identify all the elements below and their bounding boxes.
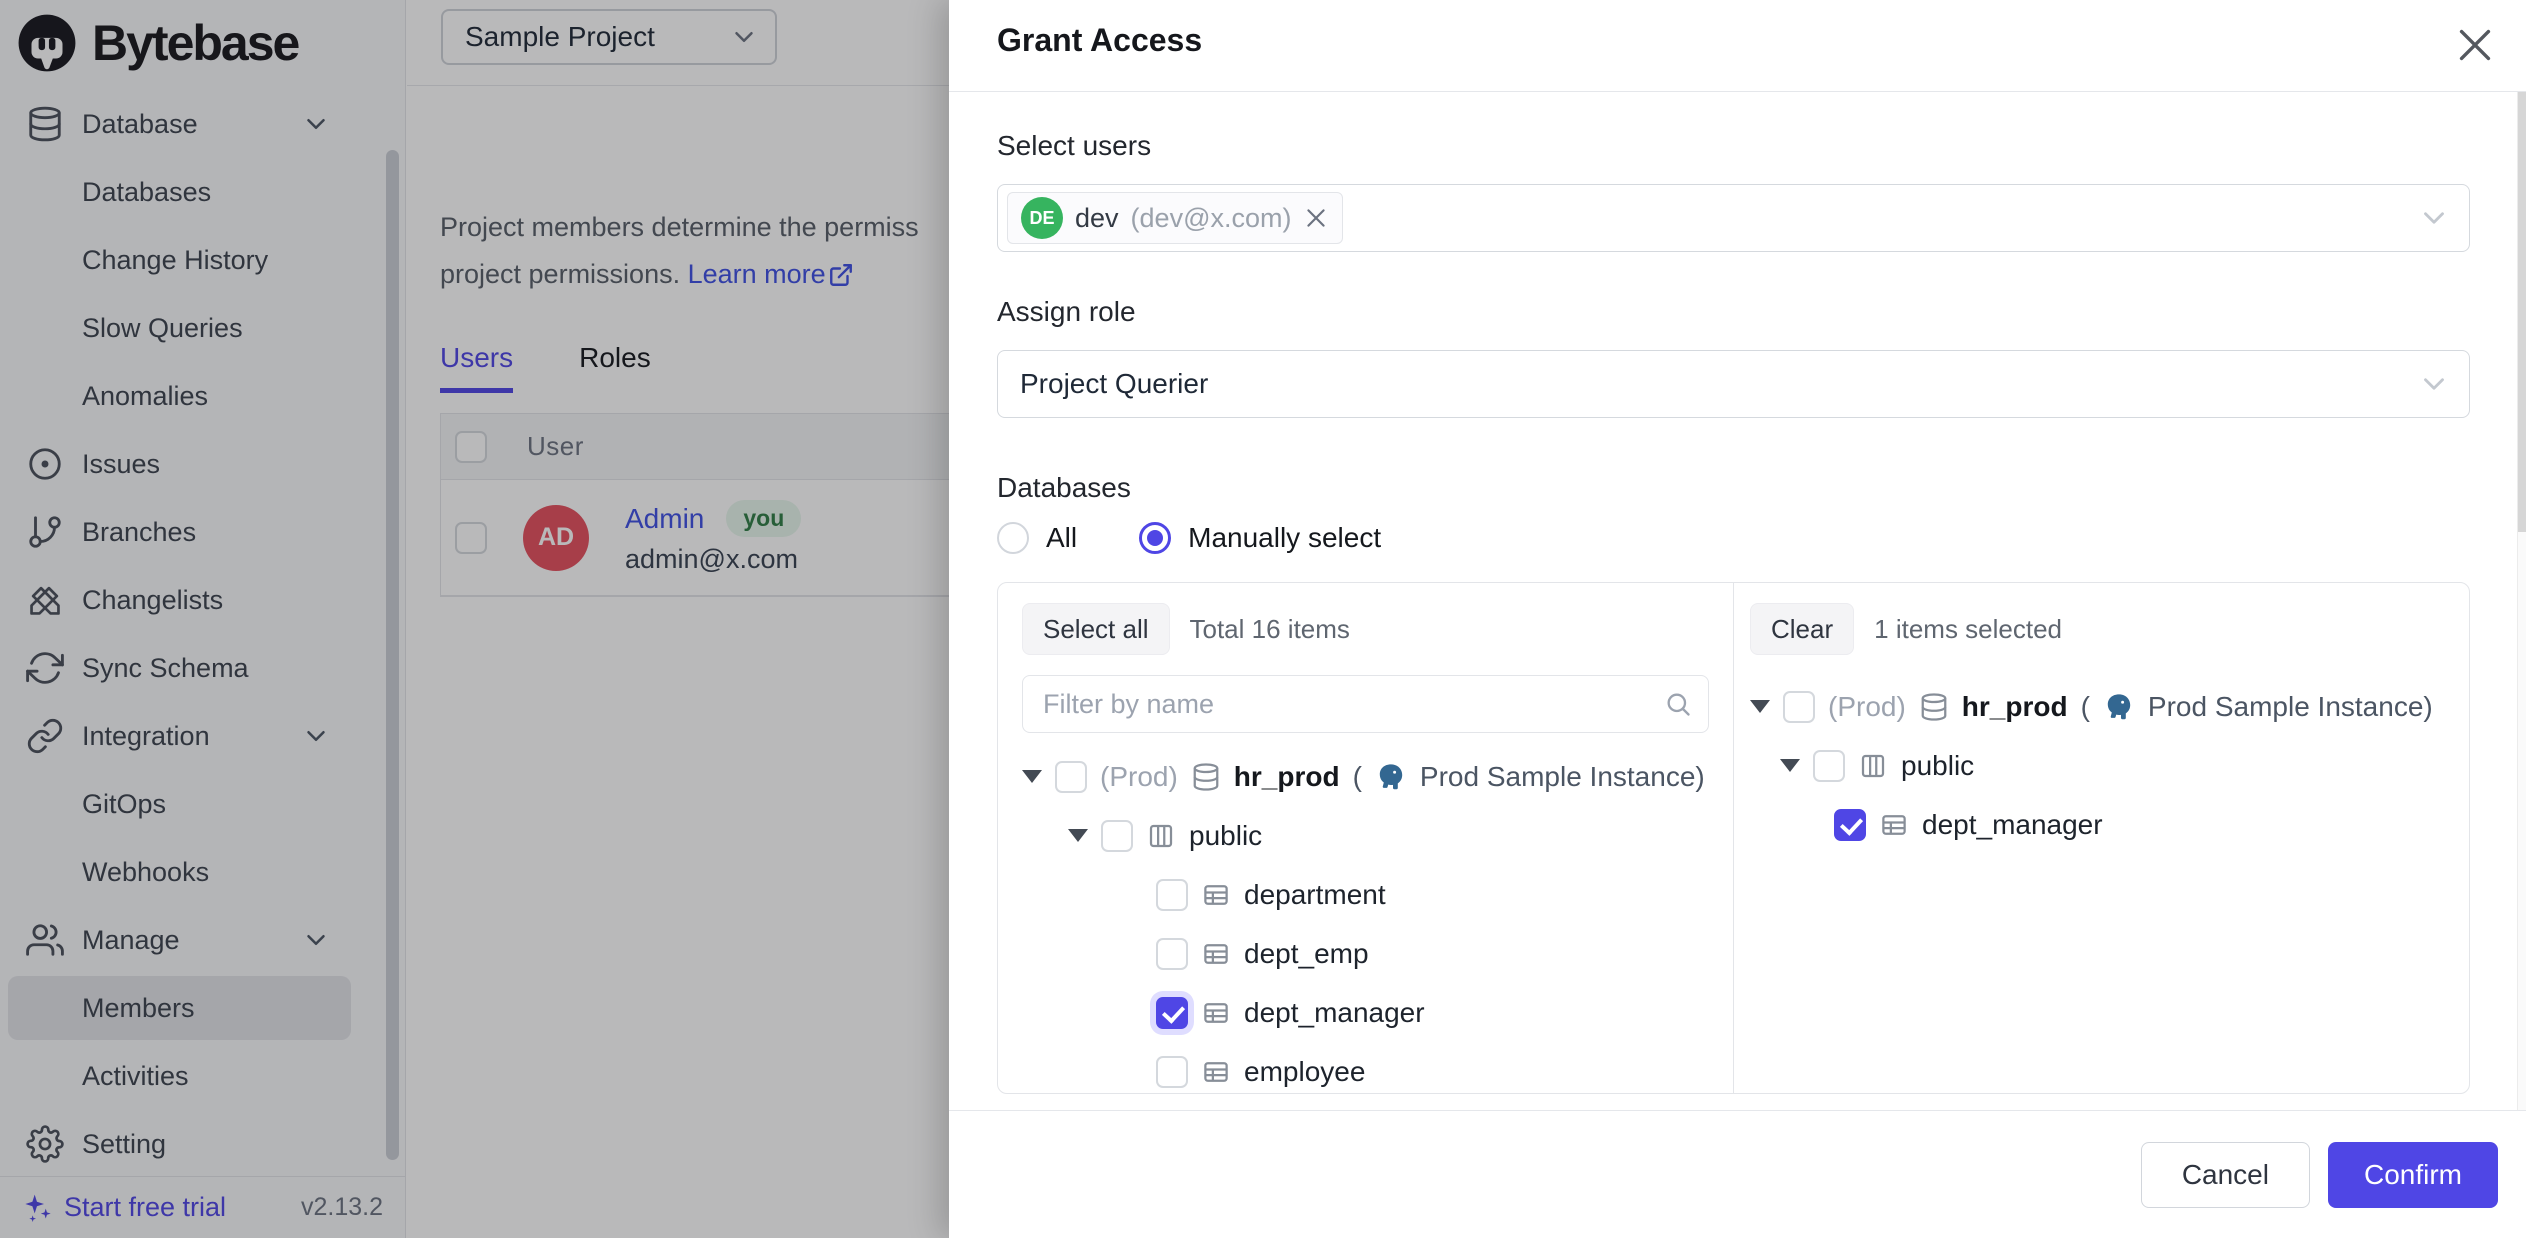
grant-access-modal: Grant Access Select users DE dev (dev@x.… <box>949 0 2526 1238</box>
app-window: Bytebase Database Databases Change Histo… <box>0 0 2526 1238</box>
clear-button[interactable]: Clear <box>1750 603 1854 655</box>
tree-row-table-selected[interactable]: dept_manager <box>1022 983 1709 1042</box>
confirm-button[interactable]: Confirm <box>2328 1142 2498 1208</box>
radio-icon <box>997 522 1029 554</box>
schema-icon <box>1858 751 1888 781</box>
table-name: employee <box>1244 1056 1365 1088</box>
role-select[interactable]: Project Querier <box>997 350 2470 418</box>
caret-down-icon[interactable] <box>1780 759 1800 772</box>
caret-down-icon[interactable] <box>1022 770 1042 783</box>
radio-all[interactable]: All <box>997 522 1077 554</box>
modal-footer: Cancel Confirm <box>949 1110 2526 1238</box>
tree-checkbox[interactable] <box>1055 761 1087 793</box>
select-all-button[interactable]: Select all <box>1022 603 1170 655</box>
radio-selected-icon <box>1139 522 1171 554</box>
selected-tree: (Prod) hr_prod ( Prod Sample Instance) <box>1750 677 2445 854</box>
tree-checkbox[interactable] <box>1156 1056 1188 1088</box>
tree-checkbox[interactable] <box>1156 938 1188 970</box>
paren: ( <box>1353 761 1362 793</box>
tree-row-table[interactable]: employee <box>1022 1042 1709 1094</box>
filter-input[interactable] <box>1029 689 1652 720</box>
table-name: dept_emp <box>1244 938 1369 970</box>
caret-down-icon[interactable] <box>1068 829 1088 842</box>
tree-row-database[interactable]: (Prod) hr_prod ( Prod Sample Instance) <box>1750 677 2445 736</box>
tree-checkbox[interactable] <box>1101 820 1133 852</box>
radio-manual-label: Manually select <box>1188 522 1381 554</box>
schema-icon <box>1146 821 1176 851</box>
selected-count-label: 1 items selected <box>1874 614 2062 645</box>
select-users-combobox[interactable]: DE dev (dev@x.com) <box>997 184 2470 252</box>
modal-scrollbar-thumb[interactable] <box>2518 92 2526 532</box>
chevron-down-icon <box>2417 367 2451 401</box>
database-scope-radios: All Manually select <box>997 522 2470 554</box>
source-tree: (Prod) hr_prod ( Prod Sample Instance) <box>1022 747 1709 1094</box>
table-icon <box>1201 939 1231 969</box>
table-name: dept_manager <box>1244 997 1425 1029</box>
instance-name: Prod Sample Instance) <box>2148 691 2433 723</box>
tree-checkbox[interactable] <box>1813 750 1845 782</box>
tree-checkbox[interactable] <box>1156 879 1188 911</box>
database-tree-transfer: Select all Total 16 items (Prod) <box>997 582 2470 1094</box>
database-cylinder-icon <box>1919 692 1949 722</box>
schema-name: public <box>1189 820 1262 852</box>
remove-chip-icon[interactable] <box>1303 205 1329 231</box>
database-cylinder-icon <box>1191 762 1221 792</box>
tree-row-table-selected[interactable]: dept_manager <box>1750 795 2445 854</box>
tree-selected-pane: Clear 1 items selected (Prod) hr_prod <box>1734 583 2469 1093</box>
tree-row-table[interactable]: department <box>1022 865 1709 924</box>
postgresql-icon <box>1375 761 1407 793</box>
tree-row-database[interactable]: (Prod) hr_prod ( Prod Sample Instance) <box>1022 747 1709 806</box>
tree-source-pane: Select all Total 16 items (Prod) <box>998 583 1734 1093</box>
modal-scrollbar[interactable] <box>2517 92 2526 1110</box>
select-users-label: Select users <box>997 130 2470 162</box>
tree-checkbox-checked[interactable] <box>1834 809 1866 841</box>
chip-user-email: (dev@x.com) <box>1131 203 1292 234</box>
radio-all-label: All <box>1046 522 1077 554</box>
table-icon <box>1201 1057 1231 1087</box>
table-icon <box>1201 998 1231 1028</box>
table-icon <box>1201 880 1231 910</box>
radio-manually-select[interactable]: Manually select <box>1139 522 1381 554</box>
schema-name: public <box>1901 750 1974 782</box>
caret-down-icon[interactable] <box>1750 700 1770 713</box>
table-icon <box>1879 810 1909 840</box>
tree-checkbox-checked[interactable] <box>1156 997 1188 1029</box>
filter-input-wrap <box>1022 675 1709 733</box>
assign-role-label: Assign role <box>997 296 2470 328</box>
modal-body: Select users DE dev (dev@x.com) Assign r… <box>997 92 2470 1094</box>
user-chip: DE dev (dev@x.com) <box>1007 192 1343 244</box>
database-name: hr_prod <box>1234 761 1340 793</box>
postgresql-icon <box>2103 691 2135 723</box>
table-name: dept_manager <box>1922 809 2103 841</box>
close-icon[interactable] <box>2452 22 2498 68</box>
modal-header: Grant Access <box>949 0 2526 92</box>
tree-row-table[interactable]: dept_emp <box>1022 924 1709 983</box>
search-icon <box>1664 690 1692 718</box>
role-select-value: Project Querier <box>1020 368 1208 400</box>
chip-user-name: dev <box>1075 203 1119 234</box>
databases-label: Databases <box>997 472 2470 504</box>
cancel-button[interactable]: Cancel <box>2141 1142 2310 1208</box>
table-name: department <box>1244 879 1386 911</box>
avatar: DE <box>1021 197 1063 239</box>
chevron-down-icon <box>2417 201 2451 235</box>
environment-label: (Prod) <box>1100 761 1178 793</box>
instance-name: Prod Sample Instance) <box>1420 761 1705 793</box>
modal-title: Grant Access <box>997 22 1202 59</box>
environment-label: (Prod) <box>1828 691 1906 723</box>
tree-checkbox[interactable] <box>1783 691 1815 723</box>
tree-row-schema[interactable]: public <box>1022 806 1709 865</box>
database-name: hr_prod <box>1962 691 2068 723</box>
total-items-label: Total 16 items <box>1190 614 1350 645</box>
tree-row-schema[interactable]: public <box>1750 736 2445 795</box>
paren: ( <box>2081 691 2090 723</box>
